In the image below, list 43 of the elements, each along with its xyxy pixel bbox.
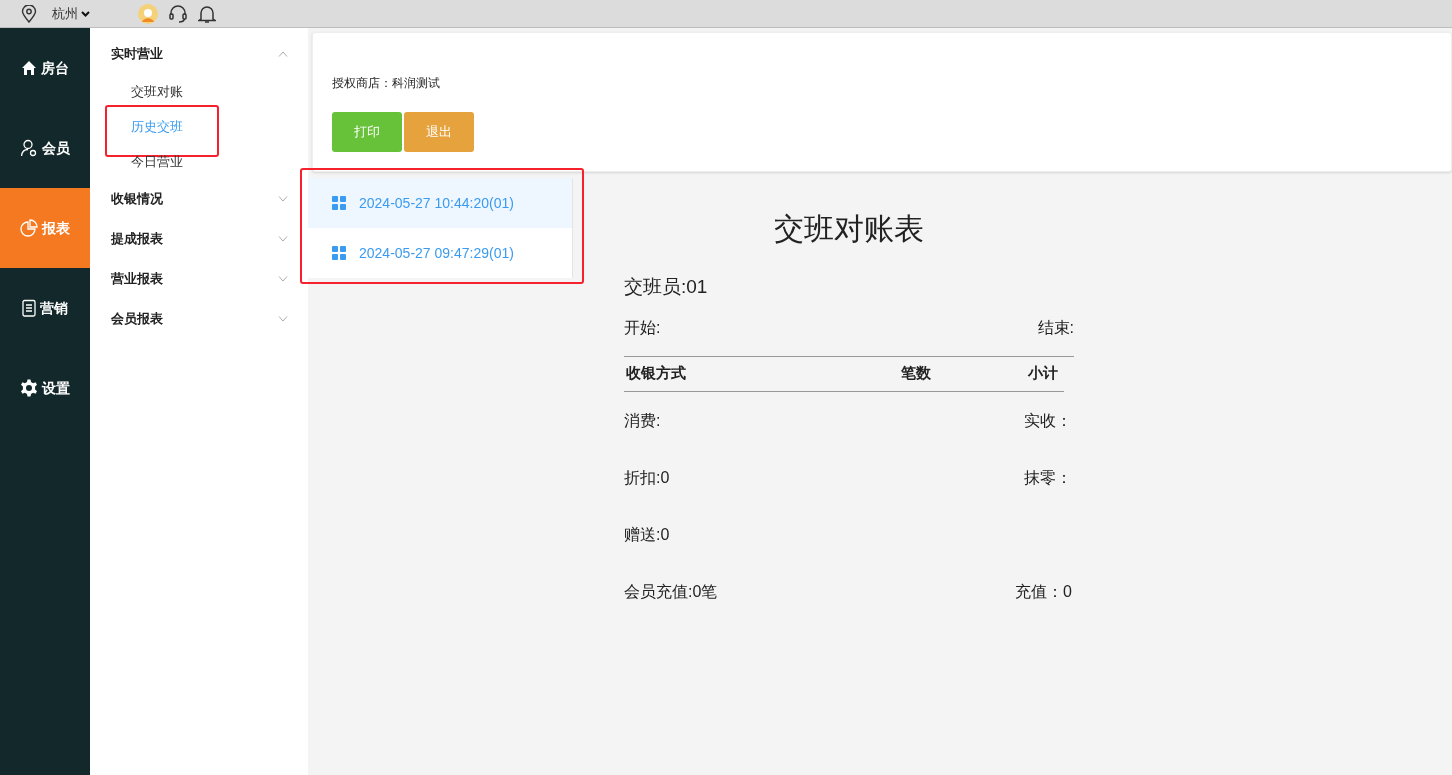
report-title: 交班对账表 — [773, 211, 925, 247]
headset-icon[interactable] — [168, 3, 188, 24]
person-icon — [20, 139, 38, 157]
chevron-down-icon — [278, 276, 288, 282]
column-header: 收银方式 — [625, 363, 687, 384]
chevron-down-icon — [278, 196, 288, 202]
menu-group[interactable]: 营业报表 — [90, 259, 308, 299]
chevron-down-icon — [278, 236, 288, 242]
city-dropdown[interactable]: 杭州 — [52, 3, 90, 24]
menu-item[interactable]: 今日营业 — [131, 151, 183, 172]
report-field: 充值：0 — [1015, 579, 1072, 620]
menu-group[interactable]: 会员报表 — [90, 299, 308, 339]
menu-group[interactable]: 收银情况 — [90, 179, 308, 219]
report-field: 赠送:0 — [624, 522, 670, 563]
report-field: 会员充值:0笔 — [624, 579, 718, 620]
shop-label: 授权商店：科润测试 — [332, 75, 441, 92]
nav-item[interactable]: 房台 — [0, 28, 90, 108]
nav-item[interactable]: 设置 — [0, 348, 90, 428]
nav-item[interactable]: 会员 — [0, 108, 90, 188]
caret-icon — [81, 10, 90, 17]
column-header: 笔数 — [900, 363, 932, 384]
bell-icon[interactable] — [198, 3, 216, 24]
chevron-up-icon — [278, 51, 288, 57]
menu-group[interactable]: 实时营业 — [90, 34, 308, 74]
chevron-down-icon — [278, 316, 288, 322]
start-label: 开始: — [624, 317, 661, 338]
pie-chart-icon — [20, 219, 38, 237]
clerk-label: 交班员:01 — [624, 275, 709, 299]
end-label: 结束: — [1037, 317, 1074, 338]
column-header: 小计 — [1027, 363, 1058, 384]
nav-item[interactable]: 营销 — [0, 268, 90, 348]
home-icon — [21, 60, 37, 76]
report-field: 消费: — [624, 408, 661, 449]
menu-item[interactable]: 交班对账 — [131, 81, 183, 102]
menu-group[interactable]: 提成报表 — [90, 219, 308, 259]
report-field: 折扣:0 — [624, 465, 670, 506]
report-field: 实收： — [1024, 408, 1072, 449]
clipboard-icon — [22, 299, 36, 317]
settings-icon — [20, 379, 38, 397]
report-field: 抹零： — [1024, 465, 1072, 506]
grid-icon — [332, 246, 346, 260]
location-pin-icon[interactable] — [21, 4, 37, 23]
grid-icon — [332, 196, 346, 210]
